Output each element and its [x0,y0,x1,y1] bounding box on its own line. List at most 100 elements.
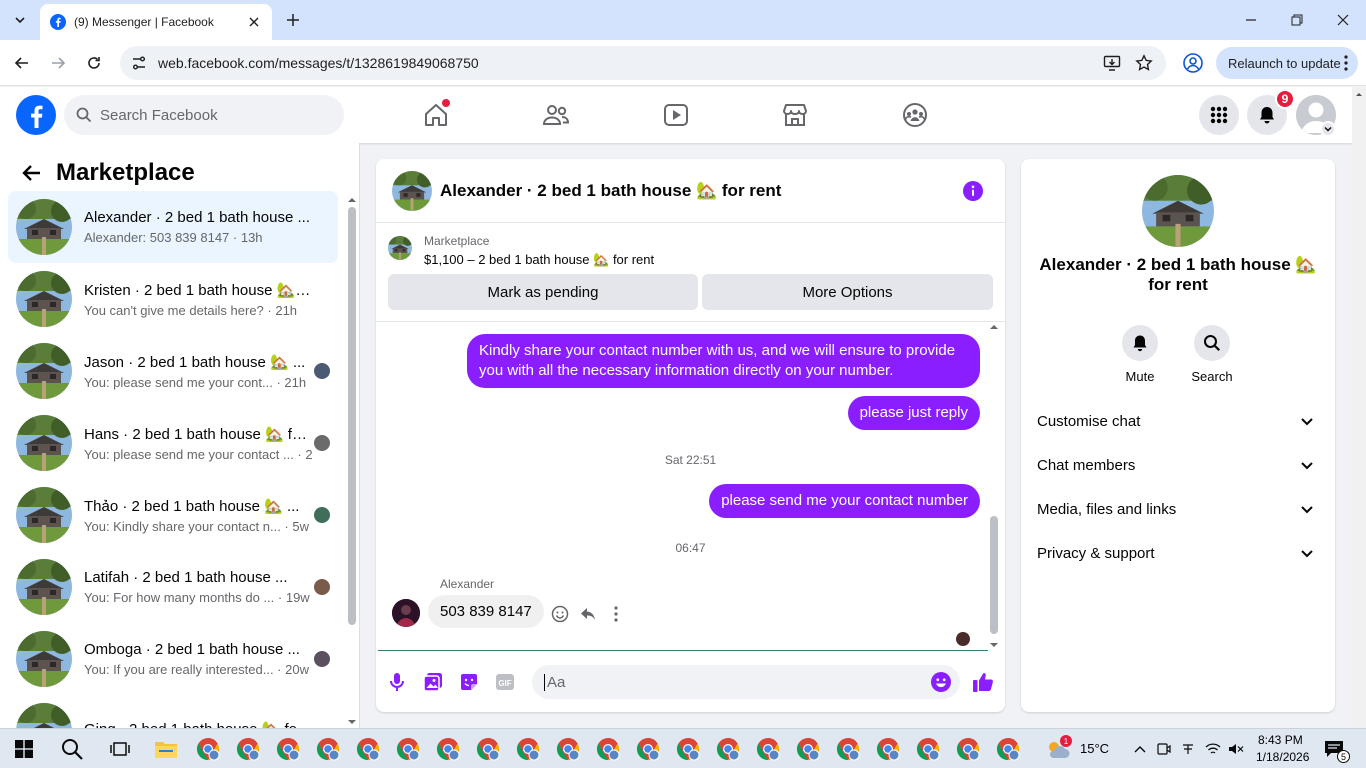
chrome-taskbar-icon[interactable] [392,733,424,765]
conversation-item[interactable]: Ging · 2 bed 1 bath house 🏡 for... [8,695,338,728]
chrome-taskbar-icon[interactable] [592,733,624,765]
nav-friends[interactable] [536,97,576,133]
chrome-taskbar-icon[interactable] [312,733,344,765]
scrollbar-thumb[interactable] [990,516,998,634]
meet-now-icon[interactable] [1152,733,1176,765]
notifications-button[interactable]: 9 [1247,89,1295,135]
attach-photo-icon[interactable] [422,671,444,693]
section-customise-chat[interactable]: Customise chat [1029,399,1327,443]
message-input-wrapper[interactable] [532,665,960,699]
bookmark-star-icon[interactable] [1134,53,1154,73]
task-view-button[interactable] [104,733,136,765]
sticker-icon[interactable] [458,671,480,693]
install-app-icon[interactable] [1102,53,1122,73]
like-thumb-icon[interactable] [972,671,994,693]
more-actions-icon[interactable] [606,604,626,624]
start-button[interactable] [8,733,40,765]
relaunch-update-button[interactable]: Relaunch to update [1216,47,1358,79]
tab-close-icon[interactable] [246,14,262,30]
section-privacy-support[interactable]: Privacy & support [1029,531,1327,575]
listing-title[interactable]: $1,100 – 2 bed 1 bath house 🏡 for rent [424,252,654,268]
more-options-button[interactable]: More Options [702,274,993,310]
message-bubble-outgoing[interactable]: please just reply [847,396,980,430]
scrollbar-thumb[interactable] [348,207,356,625]
address-bar[interactable]: web.facebook.com/messages/t/132861984906… [120,46,1166,80]
chat-title[interactable]: Alexander · 2 bed 1 bath house 🏡 for ren… [440,181,781,201]
mark-as-pending-button[interactable]: Mark as pending [388,274,698,310]
facebook-search[interactable] [64,95,344,135]
listing-thumbnail[interactable] [388,236,412,260]
new-tab-button[interactable] [282,9,304,31]
chrome-taskbar-icon[interactable] [512,733,544,765]
search-conversation-button[interactable]: Search [1182,325,1242,384]
browser-profile-icon[interactable] [1182,52,1204,74]
message-bubble-incoming[interactable]: 503 839 8147 [428,595,544,628]
emoji-icon[interactable] [930,671,952,693]
microphone-icon[interactable] [386,671,408,693]
close-window-button[interactable] [1320,0,1366,40]
forward-button[interactable] [46,51,70,75]
section-media-files-links[interactable]: Media, files and links [1029,487,1327,531]
conversation-item[interactable]: Kristen · 2 bed 1 bath house 🏡 f... You c… [8,263,338,335]
wifi-icon[interactable] [1200,733,1226,765]
nav-groups[interactable] [895,97,935,133]
restore-button[interactable] [1274,0,1320,40]
conversation-item[interactable]: Omboga · 2 bed 1 bath house ... You: If y… [8,623,338,695]
minimize-button[interactable] [1228,0,1274,40]
chrome-taskbar-icon[interactable] [912,733,944,765]
back-arrow-button[interactable] [16,157,48,189]
file-explorer-button[interactable] [150,733,182,765]
facebook-logo-icon[interactable] [16,95,56,135]
chrome-taskbar-icon[interactable] [672,733,704,765]
nav-marketplace[interactable] [775,97,815,133]
message-thread-scrollbar[interactable] [988,322,1000,652]
section-chat-members[interactable]: Chat members [1029,443,1327,487]
message-bubble-outgoing[interactable]: please send me your contact number [709,484,980,518]
chrome-taskbar-icon[interactable] [232,733,264,765]
chrome-taskbar-icon[interactable] [632,733,664,765]
clock-time[interactable]: 8:43 PM [1258,733,1303,747]
chrome-taskbar-icon[interactable] [952,733,984,765]
sender-avatar[interactable] [392,599,420,627]
react-emoji-icon[interactable] [550,604,570,624]
notification-center-button[interactable]: 5 [1318,733,1350,765]
chrome-taskbar-icon[interactable] [712,733,744,765]
gif-icon[interactable]: GIF [494,671,516,693]
chrome-taskbar-icon[interactable] [832,733,864,765]
page-scrollbar[interactable] [1352,87,1366,728]
site-settings-icon[interactable] [130,54,148,72]
conversation-list-scrollbar[interactable] [346,195,358,727]
browser-tab[interactable]: (9) Messenger | Facebook [40,4,272,40]
conversation-item[interactable]: Alexander · 2 bed 1 bath house ... Alexan… [8,191,338,263]
info-icon[interactable] [963,181,983,201]
chrome-taskbar-icon[interactable] [552,733,584,765]
conversation-avatar[interactable] [1142,175,1214,247]
nav-home[interactable] [416,97,456,133]
chrome-taskbar-icon[interactable] [432,733,464,765]
clock-date[interactable]: 1/18/2026 [1256,750,1309,764]
input-method-icon[interactable] [1176,733,1200,765]
chrome-taskbar-icon[interactable] [192,733,224,765]
reload-button[interactable] [82,51,106,75]
chrome-taskbar-icon[interactable] [792,733,824,765]
chrome-taskbar-icon[interactable] [472,733,504,765]
conversation-item[interactable]: Thảo · 2 bed 1 bath house 🏡 ... You: Kind… [8,479,338,551]
weather-widget[interactable]: 1 [1042,733,1074,765]
account-menu-chevron[interactable] [1320,121,1336,137]
taskbar-search-button[interactable] [56,733,88,765]
show-hidden-icons-button[interactable] [1126,733,1154,765]
chrome-taskbar-icon[interactable] [872,733,904,765]
mute-button[interactable]: Mute [1110,325,1170,384]
back-button[interactable] [10,51,34,75]
conversation-item[interactable]: Latifah · 2 bed 1 bath house ... You: For… [8,551,338,623]
tab-search-dropdown[interactable] [8,8,32,32]
chrome-taskbar-icon[interactable] [992,733,1024,765]
conversation-item[interactable]: Jason · 2 bed 1 bath house 🏡 ... You: ple… [8,335,338,407]
reply-icon[interactable] [578,604,598,624]
message-input[interactable] [544,673,914,691]
chat-avatar[interactable] [392,170,432,211]
nav-video[interactable] [656,97,696,133]
facebook-search-input[interactable] [100,106,320,124]
chrome-taskbar-icon[interactable] [272,733,304,765]
chrome-taskbar-icon[interactable] [752,733,784,765]
